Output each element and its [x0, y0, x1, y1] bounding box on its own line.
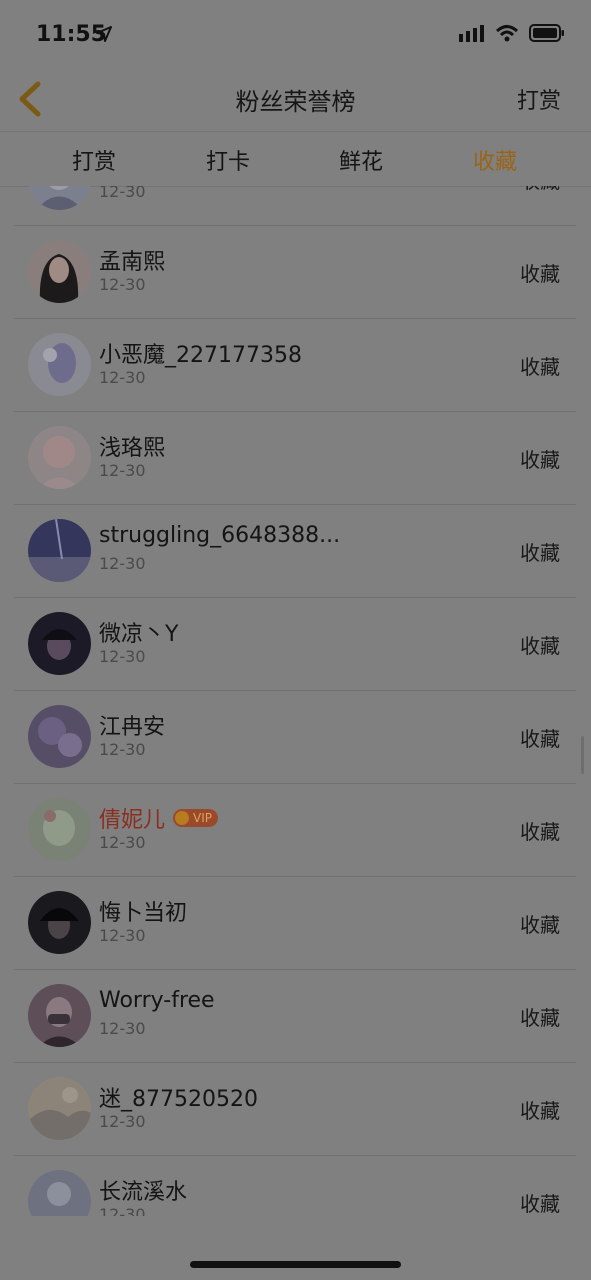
avatar	[28, 186, 91, 210]
reward-button[interactable]: 打赏	[517, 83, 561, 115]
avatar	[28, 519, 91, 582]
list-item[interactable]: 迷_877520520 12-30 收藏	[14, 1062, 576, 1156]
user-date: 12-30	[99, 368, 146, 387]
home-indicator[interactable]	[190, 1261, 401, 1268]
list-item[interactable]: 微凉丶Y 12-30 收藏	[14, 597, 576, 691]
status-icons	[459, 24, 565, 42]
avatar	[28, 984, 91, 1047]
user-date: 12-30	[99, 1019, 146, 1038]
cellular-signal-icon	[459, 25, 484, 42]
favorite-label: 收藏	[520, 1192, 560, 1216]
user-name: Worry-free	[99, 988, 215, 1013]
favorite-label: 收藏	[520, 727, 560, 751]
vip-badge: VIP	[173, 809, 218, 827]
location-arrow-icon	[96, 26, 112, 42]
favorite-label: 收藏	[520, 186, 560, 194]
avatar	[28, 612, 91, 675]
user-date: 12-30	[99, 275, 146, 294]
list-item[interactable]: 倩妮儿 VIP 12-30 收藏	[14, 783, 576, 877]
list-item[interactable]: Worry-free 12-30 收藏	[14, 969, 576, 1063]
avatar	[28, 1170, 91, 1216]
user-name: 长流溪水	[99, 1180, 188, 1205]
avatar	[28, 1077, 91, 1140]
favorite-label: 收藏	[520, 448, 560, 472]
avatar	[28, 705, 91, 768]
favorite-label: 收藏	[520, 1099, 560, 1123]
favorite-label: 收藏	[520, 820, 560, 844]
list-item[interactable]: 小恶魔_227177358 12-30 收藏	[14, 318, 576, 412]
user-date: 12-30	[99, 647, 146, 666]
favorite-label: 收藏	[520, 1006, 560, 1030]
user-name-vip: 倩妮儿 VIP	[99, 802, 218, 834]
wifi-icon	[495, 25, 519, 42]
user-name: 小恶魔_227177358	[99, 343, 302, 368]
crown-icon	[175, 811, 190, 825]
vip-badge-label: VIP	[193, 811, 212, 825]
user-name: 江冉安	[99, 715, 166, 740]
user-name: 孟南熙	[99, 250, 166, 275]
user-name: 迷_877520520	[99, 1087, 258, 1112]
user-name: struggling_6648388...	[99, 523, 341, 548]
navigation-bar: 粉丝荣誉榜 打赏	[0, 72, 591, 130]
favorite-label: 收藏	[520, 541, 560, 565]
user-name: 浅珞熙	[99, 436, 166, 461]
avatar	[28, 426, 91, 489]
battery-icon	[529, 24, 564, 42]
scrollbar[interactable]	[581, 736, 584, 774]
list-item[interactable]: struggling_6648388... 12-30 收藏	[14, 504, 576, 598]
status-bar: 11:55	[0, 0, 591, 72]
list-item[interactable]: 江冉安 12-30 收藏	[14, 690, 576, 784]
list-item[interactable]: 浅珞熙 12-30 收藏	[14, 411, 576, 505]
user-date: 12-30	[99, 1112, 146, 1131]
favorite-label: 收藏	[520, 262, 560, 286]
user-name: 悔卜当初	[99, 901, 188, 926]
user-date: 12-30	[99, 1205, 146, 1216]
user-date: 12-30	[99, 186, 146, 201]
avatar	[28, 240, 91, 303]
favorite-label: 收藏	[520, 634, 560, 658]
avatar	[28, 798, 91, 861]
list-item[interactable]: 悔卜当初 12-30 收藏	[14, 876, 576, 970]
user-date: 12-30	[99, 833, 146, 852]
favorite-label: 收藏	[520, 355, 560, 379]
tab-favorites[interactable]: 收藏	[455, 144, 535, 176]
user-date: 12-30	[99, 926, 146, 945]
user-date: 12-30	[99, 554, 146, 573]
user-name: 微凉丶Y	[99, 622, 179, 647]
tab-checkin[interactable]: 打卡	[188, 144, 268, 176]
list-item[interactable]: 长流溪水 12-30 收藏	[14, 1155, 576, 1216]
tab-flowers[interactable]: 鲜花	[321, 144, 401, 176]
avatar	[28, 891, 91, 954]
user-date: 12-30	[99, 740, 146, 759]
tab-bar: 打赏 打卡 鲜花 收藏	[0, 131, 591, 187]
fan-list: 12-30 收藏 孟南熙 12-30 收藏 小恶魔_227177358 12-3…	[0, 186, 591, 1216]
page-title: 粉丝荣誉榜	[235, 88, 356, 116]
user-name: 倩妮儿	[99, 808, 166, 833]
list-item[interactable]: 12-30 收藏	[14, 186, 576, 226]
avatar	[28, 333, 91, 396]
favorite-label: 收藏	[520, 913, 560, 937]
tab-reward[interactable]: 打赏	[54, 144, 134, 176]
list-item[interactable]: 孟南熙 12-30 收藏	[14, 225, 576, 319]
user-date: 12-30	[99, 461, 146, 480]
